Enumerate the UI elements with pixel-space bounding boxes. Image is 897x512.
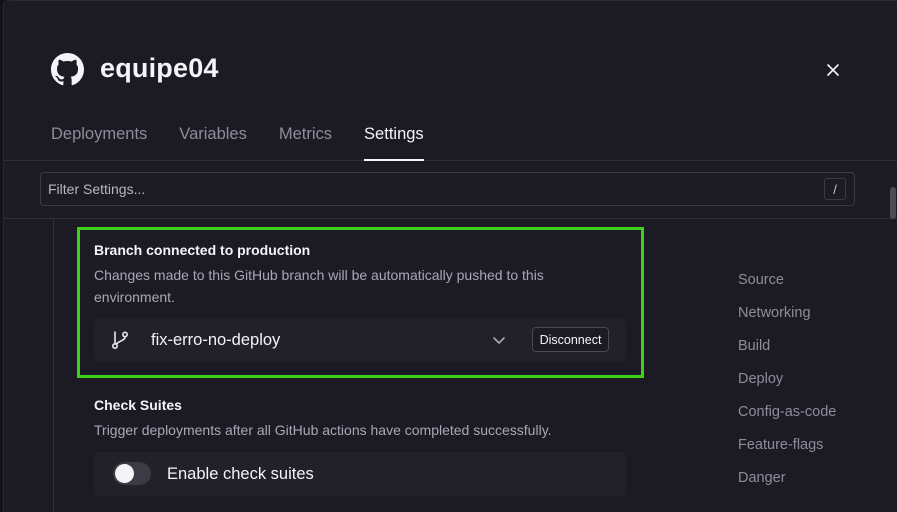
service-settings-panel: equipe04 Deployments Variables Metrics S…: [3, 0, 897, 512]
scrollbar-thumb[interactable]: [890, 187, 896, 219]
shortcut-key-hint: /: [824, 178, 846, 200]
content-divider: [53, 219, 54, 512]
filter-bar: /: [4, 161, 897, 219]
filter-box: /: [40, 172, 855, 206]
check-suites-row: Enable check suites: [94, 452, 626, 496]
branch-description-line-1: Changes made to this GitHub branch will …: [94, 267, 544, 283]
branch-selector[interactable]: fix-erro-no-deploy Disconnect: [94, 318, 626, 362]
side-nav-networking[interactable]: Networking: [738, 305, 836, 338]
disconnect-button[interactable]: Disconnect: [532, 327, 609, 352]
tab-settings[interactable]: Settings: [364, 125, 424, 161]
check-suites-title: Check Suites: [94, 397, 182, 413]
check-suites-toggle[interactable]: [113, 462, 151, 485]
tab-metrics[interactable]: Metrics: [279, 125, 332, 161]
filter-settings-input[interactable]: [41, 173, 811, 205]
branch-section-description: Changes made to this GitHub branch will …: [94, 264, 544, 308]
check-suites-description: Trigger deployments after all GitHub act…: [94, 422, 552, 438]
github-icon: [51, 53, 84, 86]
side-nav-build[interactable]: Build: [738, 338, 836, 371]
branch-section-title: Branch connected to production: [94, 242, 311, 258]
close-icon: [827, 64, 839, 76]
side-nav-danger[interactable]: Danger: [738, 470, 836, 503]
side-nav-config-as-code[interactable]: Config-as-code: [738, 404, 836, 437]
close-button[interactable]: [822, 59, 844, 81]
panel-header: equipe04 Deployments Variables Metrics S…: [4, 1, 897, 161]
git-branch-icon: [111, 331, 129, 350]
service-title: equipe04: [100, 53, 219, 83]
side-nav-feature-flags[interactable]: Feature-flags: [738, 437, 836, 470]
side-nav-source[interactable]: Source: [738, 272, 836, 305]
tab-deployments[interactable]: Deployments: [51, 125, 147, 161]
settings-side-nav: Source Networking Build Deploy Config-as…: [738, 272, 836, 503]
tab-variables[interactable]: Variables: [179, 125, 247, 161]
check-suites-toggle-label: Enable check suites: [167, 465, 314, 483]
tab-bar: Deployments Variables Metrics Settings: [51, 125, 456, 161]
chevron-down-icon[interactable]: [492, 333, 506, 347]
branch-name: fix-erro-no-deploy: [151, 331, 281, 349]
toggle-knob: [115, 464, 134, 483]
side-nav-deploy[interactable]: Deploy: [738, 371, 836, 404]
branch-description-line-2: environment.: [94, 289, 175, 305]
